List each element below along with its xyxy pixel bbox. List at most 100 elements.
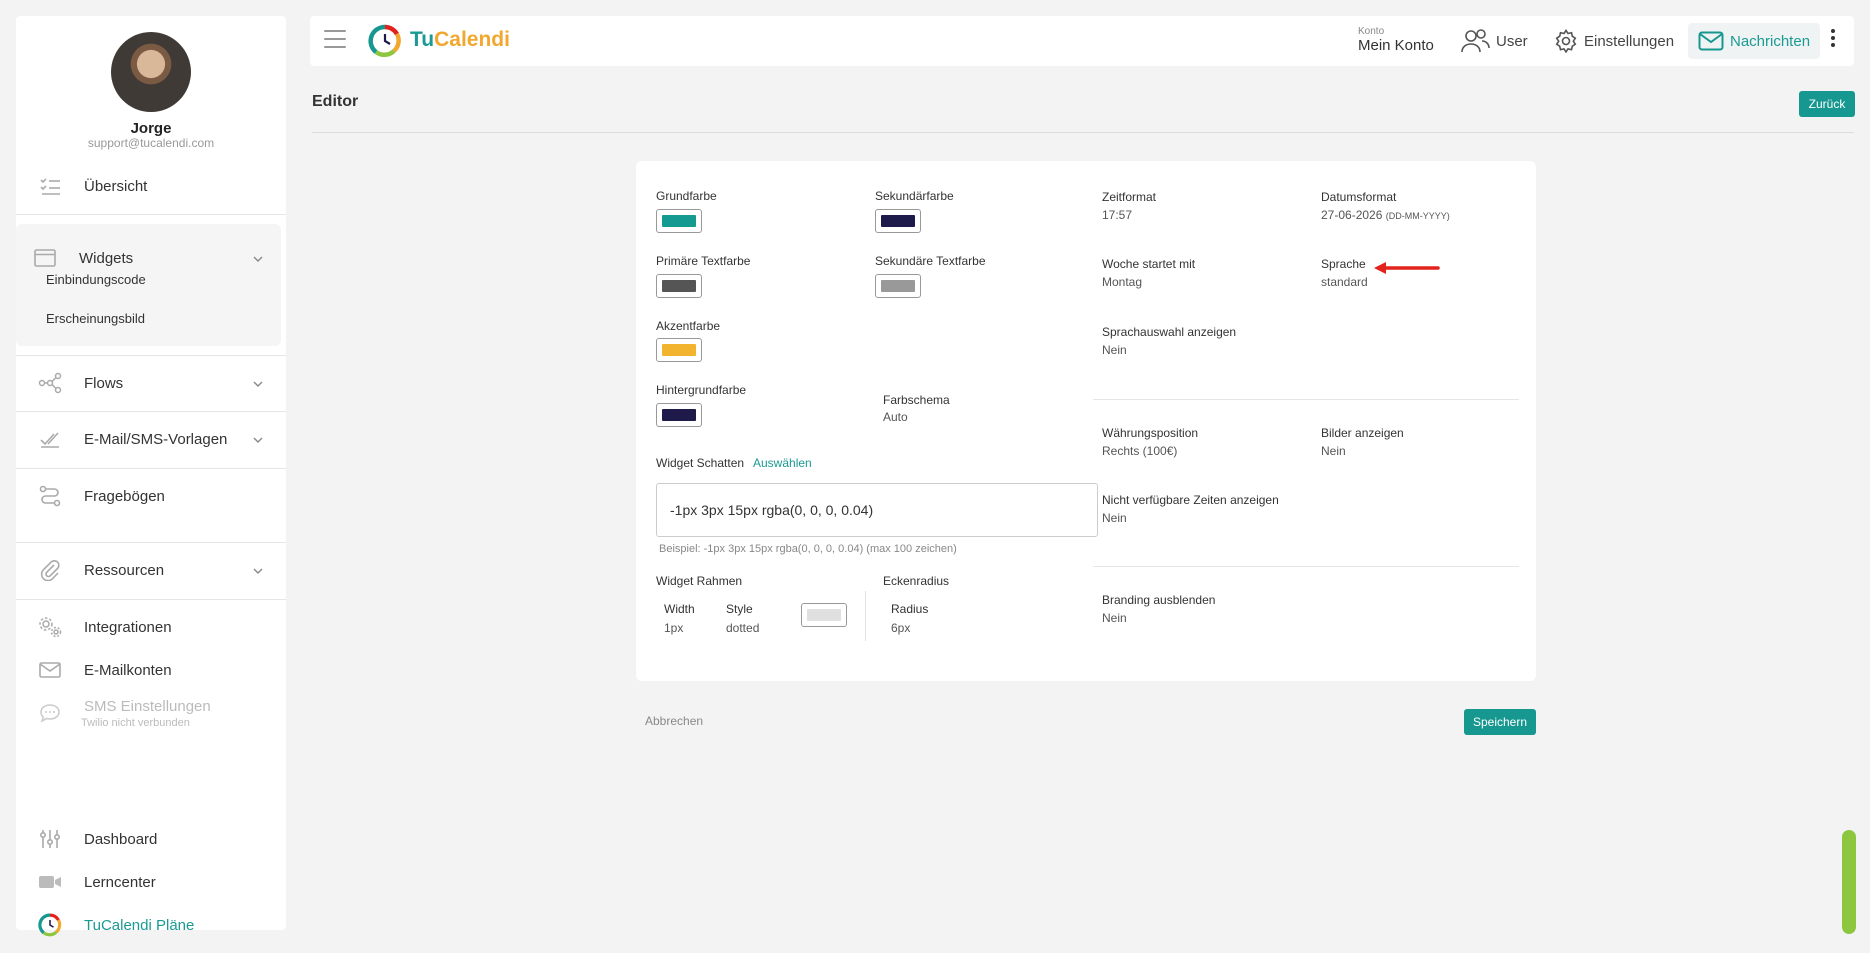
show-language-value[interactable]: Nein	[1102, 343, 1127, 357]
flow-nodes-icon	[38, 371, 62, 395]
sidebar-item-label: Ressourcen	[84, 561, 165, 579]
scrollbar-thumb[interactable]	[1842, 830, 1856, 934]
envelope-icon	[38, 658, 62, 682]
user-label: User	[1496, 32, 1528, 50]
avatar[interactable]	[111, 32, 191, 112]
secondary-color-swatch[interactable]	[875, 209, 921, 233]
sliders-icon	[38, 827, 62, 851]
show-images-value[interactable]: Nein	[1321, 444, 1346, 458]
route-icon	[38, 484, 62, 508]
list-check-icon	[38, 174, 62, 198]
envelope-icon	[1698, 31, 1724, 51]
save-button[interactable]: Speichern	[1464, 709, 1536, 735]
sidebar-item-label: SMS Einstellungen	[84, 697, 211, 715]
secondary-text-color-swatch[interactable]	[875, 274, 921, 298]
secondary-color-label: Sekundärfarbe	[875, 189, 954, 203]
widget-border-label: Widget Rahmen	[656, 574, 743, 588]
primary-text-color-label: Primäre Textfarbe	[656, 254, 751, 268]
sidebar-item-plans[interactable]: TuCalendi Pläne	[16, 897, 286, 953]
widget-shadow-input[interactable]	[656, 483, 1098, 537]
sidebar-item-label: Integrationen	[84, 618, 172, 636]
chevron-down-icon	[252, 377, 264, 395]
sidebar-subitem-embed-code[interactable]: Einbindungscode	[46, 272, 146, 287]
radius-value[interactable]: 6px	[891, 621, 910, 635]
user-email: support@tucalendi.com	[87, 136, 215, 150]
primary-color-swatch[interactable]	[656, 209, 702, 233]
color-fill	[881, 280, 915, 292]
browser-window-icon	[33, 246, 57, 270]
time-format-value[interactable]: 17:57	[1102, 208, 1132, 222]
user-name: Jorge	[130, 120, 172, 137]
primary-text-color-swatch[interactable]	[656, 274, 702, 298]
color-fill	[662, 215, 696, 227]
color-scheme-value[interactable]: Auto	[883, 410, 908, 424]
divider	[312, 132, 1854, 133]
sidebar-item-label: TuCalendi Pläne	[84, 916, 195, 934]
settings-button[interactable]: Einstellungen	[1554, 23, 1674, 59]
tucalendi-logo-icon	[38, 913, 62, 937]
sidebar-item-flows[interactable]: Flows	[16, 355, 286, 411]
account-small-label: Konto	[1358, 26, 1385, 37]
color-fill	[662, 280, 696, 292]
language-label: Sprache	[1321, 257, 1366, 271]
date-format-label: Datumsformat	[1321, 190, 1397, 204]
currency-position-value[interactable]: Rechts (100€)	[1102, 444, 1177, 458]
sidebar-item-resources[interactable]: Ressourcen	[16, 542, 286, 598]
background-color-swatch[interactable]	[656, 403, 702, 427]
chevron-down-icon	[252, 433, 264, 451]
sidebar-item-questionnaires[interactable]: Fragebögen	[16, 468, 286, 524]
user-button[interactable]: User	[1460, 23, 1528, 59]
more-options-icon[interactable]	[1830, 29, 1836, 50]
editor-card: Grundfarbe Sekundärfarbe Primäre Textfar…	[636, 161, 1536, 681]
divider	[865, 591, 866, 641]
chevron-down-icon	[252, 252, 264, 270]
widget-shadow-label: Widget Schatten	[656, 456, 745, 470]
hide-branding-label: Branding ausblenden	[1102, 593, 1216, 607]
sidebar-item-templates[interactable]: E-Mail/SMS-Vorlagen	[16, 411, 286, 467]
week-start-value[interactable]: Montag	[1102, 275, 1142, 289]
border-width-value[interactable]: 1px	[664, 621, 683, 635]
annotation-arrow-icon	[1374, 262, 1440, 274]
sidebar-item-label: Fragebögen	[84, 487, 165, 505]
divider	[1093, 399, 1519, 400]
accent-color-label: Akzentfarbe	[656, 319, 721, 333]
back-button[interactable]: Zurück	[1799, 91, 1855, 117]
date-format-value[interactable]: 27-06-2026 (DD-MM-YYYY)	[1321, 208, 1450, 222]
sidebar-item-label: Dashboard	[84, 830, 158, 848]
shadow-hint: Beispiel: -1px 3px 15px rgba(0, 0, 0, 0.…	[659, 543, 957, 555]
video-camera-icon	[38, 870, 62, 894]
messages-button[interactable]: Nachrichten	[1688, 23, 1821, 59]
primary-color-label: Grundfarbe	[656, 189, 717, 203]
show-unavailable-value[interactable]: Nein	[1102, 511, 1127, 525]
background-color-label: Hintergrundfarbe	[656, 383, 747, 397]
sidebar-subitem-appearance[interactable]: Erscheinungsbild	[46, 311, 145, 326]
select-shadow-link[interactable]: Auswählen	[753, 456, 812, 470]
sidebar-item-label: Übersicht	[84, 177, 148, 195]
color-fill	[662, 409, 696, 421]
sidebar-item-label: Lerncenter	[84, 873, 156, 891]
accent-color-swatch[interactable]	[656, 338, 702, 362]
hamburger-menu-icon[interactable]	[324, 30, 346, 50]
color-scheme-label: Farbschema	[883, 393, 950, 407]
sidebar-item-overview[interactable]: Übersicht	[16, 158, 286, 214]
sidebar-item-label: E-Mail/SMS-Vorlagen	[84, 430, 228, 448]
sidebar-item-label: Widgets	[79, 249, 134, 267]
border-style-value[interactable]: dotted	[726, 621, 759, 635]
chevron-down-icon	[252, 564, 264, 582]
border-style-label: Style	[726, 602, 753, 616]
page-title: Editor	[312, 93, 359, 110]
week-start-label: Woche startet mit	[1102, 257, 1196, 271]
sidebar-item-label: E-Mailkonten	[84, 661, 172, 679]
cancel-link[interactable]: Abbrechen	[645, 714, 703, 728]
divider	[16, 214, 286, 215]
show-language-label: Sprachauswahl anzeigen	[1102, 325, 1237, 339]
double-check-icon	[38, 427, 62, 451]
account-menu[interactable]: Konto Mein Konto	[1358, 27, 1434, 55]
sidebar-item-sms-settings[interactable]: SMS Einstellungen	[16, 685, 286, 741]
radius-label: Radius	[891, 602, 929, 616]
chat-bubble-icon	[38, 701, 62, 725]
hide-branding-value[interactable]: Nein	[1102, 611, 1127, 625]
language-value[interactable]: standard	[1321, 275, 1368, 289]
border-color-swatch[interactable]	[801, 603, 847, 627]
currency-position-label: Währungsposition	[1102, 426, 1199, 440]
